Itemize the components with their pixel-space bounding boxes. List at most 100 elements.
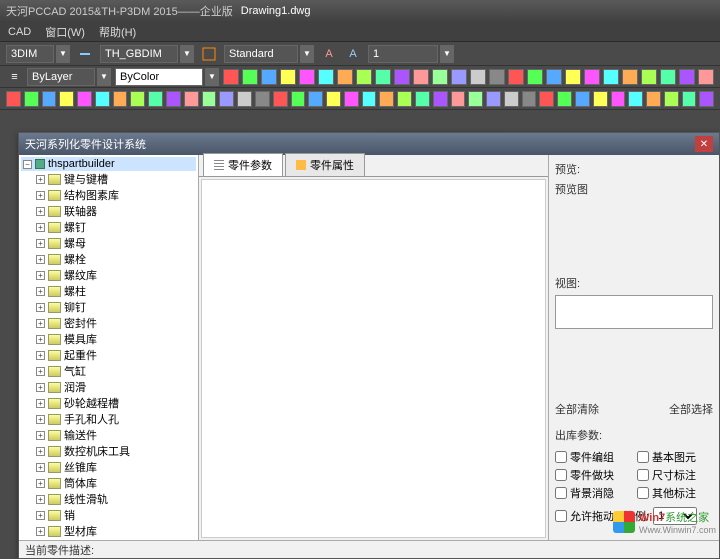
tool-icon[interactable] [291, 91, 306, 107]
tree-item[interactable]: +输送件 [21, 427, 196, 443]
chk-drag[interactable]: 允许拖动 [555, 508, 614, 524]
tab-params[interactable]: 零件参数 [203, 153, 283, 176]
tool-icon[interactable] [575, 91, 590, 107]
find-icon[interactable]: A [344, 45, 362, 63]
tool-icon[interactable] [130, 91, 145, 107]
tree-item[interactable]: +模具库 [21, 331, 196, 347]
chk-prim[interactable]: 基本图元 [637, 449, 713, 465]
combo-color[interactable]: ▼ [115, 68, 219, 86]
tree-item[interactable]: +键与键槽 [21, 171, 196, 187]
expand-icon[interactable]: + [36, 271, 45, 280]
tool-icon[interactable] [394, 69, 410, 85]
tool-icon[interactable] [318, 69, 334, 85]
tree-item[interactable]: +联轴器 [21, 203, 196, 219]
tree-item[interactable]: +销 [21, 507, 196, 523]
tree-item[interactable]: +结构图素库 [21, 187, 196, 203]
chk-dim[interactable]: 尺寸标注 [637, 467, 713, 483]
tool-icon[interactable] [641, 69, 657, 85]
tool-icon[interactable] [308, 91, 323, 107]
tool-icon[interactable] [546, 69, 562, 85]
tool-icon[interactable] [42, 91, 57, 107]
expand-icon[interactable]: + [36, 479, 45, 488]
tool-icon[interactable] [468, 91, 483, 107]
view-box[interactable] [555, 295, 713, 329]
tool-icon[interactable] [603, 69, 619, 85]
tool-icon[interactable] [255, 91, 270, 107]
tool-icon[interactable] [326, 91, 341, 107]
tool-icon[interactable] [356, 69, 372, 85]
chevron-down-icon[interactable]: ▼ [205, 68, 219, 86]
chk-group[interactable]: 零件编组 [555, 449, 631, 465]
expand-icon[interactable]: + [36, 191, 45, 200]
tree-item[interactable]: +螺柱 [21, 283, 196, 299]
combo-layer[interactable]: ▼ [27, 68, 111, 86]
chevron-down-icon[interactable]: ▼ [440, 45, 454, 63]
tool-icon[interactable] [24, 91, 39, 107]
tool-icon[interactable] [362, 91, 377, 107]
tool-icon[interactable] [539, 91, 554, 107]
tool-icon[interactable] [611, 91, 626, 107]
tool-icon[interactable] [280, 69, 296, 85]
tree-item[interactable]: +铆钉 [21, 299, 196, 315]
chk-other[interactable]: 其他标注 [637, 485, 713, 501]
expand-icon[interactable]: + [36, 399, 45, 408]
expand-icon[interactable]: + [36, 255, 45, 264]
tree-item[interactable]: +型材库 [21, 523, 196, 539]
tool-icon[interactable] [337, 69, 353, 85]
clear-all-button[interactable]: 全部清除 [555, 401, 599, 417]
chevron-down-icon[interactable]: ▼ [97, 68, 111, 86]
tree-item[interactable]: +螺纹库 [21, 267, 196, 283]
tool-icon[interactable] [379, 91, 394, 107]
tool-icon[interactable] [682, 91, 697, 107]
tool-icon[interactable] [522, 91, 537, 107]
tool-icon[interactable] [184, 91, 199, 107]
tool-icon[interactable] [237, 91, 252, 107]
expand-icon[interactable]: + [36, 175, 45, 184]
tool-icon[interactable] [504, 91, 519, 107]
tool-icon[interactable] [433, 91, 448, 107]
tool-icon[interactable] [679, 69, 695, 85]
collapse-icon[interactable]: − [23, 160, 32, 169]
tool-icon[interactable] [6, 91, 21, 107]
text-icon[interactable]: A [320, 45, 338, 63]
expand-icon[interactable]: + [36, 303, 45, 312]
tool-icon[interactable] [77, 91, 92, 107]
tool-icon[interactable] [202, 91, 217, 107]
expand-icon[interactable]: + [36, 511, 45, 520]
tool-icon[interactable] [397, 91, 412, 107]
tree-pane[interactable]: − thspartbuilder +键与键槽+结构图素库+联轴器+螺钉+螺母+螺… [19, 155, 199, 540]
combo-scale[interactable]: ▼ [368, 45, 454, 63]
tool-icon[interactable] [344, 91, 359, 107]
tool-icon[interactable] [95, 91, 110, 107]
tool-icon[interactable] [584, 69, 600, 85]
tool-icon[interactable] [413, 69, 429, 85]
dimstyle-icon[interactable] [200, 45, 218, 63]
expand-icon[interactable]: + [36, 223, 45, 232]
tree-item[interactable]: +起重件 [21, 347, 196, 363]
tree-item[interactable]: +密封件 [21, 315, 196, 331]
tree-root[interactable]: − thspartbuilder [21, 157, 196, 171]
tool-icon[interactable] [451, 69, 467, 85]
tool-icon[interactable] [59, 91, 74, 107]
combo-3dim[interactable]: ▼ [6, 45, 70, 63]
tool-icon[interactable] [527, 69, 543, 85]
menu-window[interactable]: 窗口(W) [45, 24, 85, 40]
tree-item[interactable]: +手孔和人孔 [21, 411, 196, 427]
tree-item[interactable]: +液压缸 [21, 539, 196, 540]
expand-icon[interactable]: + [36, 415, 45, 424]
chevron-down-icon[interactable]: ▼ [300, 45, 314, 63]
dim-icon[interactable] [76, 45, 94, 63]
tool-icon[interactable] [113, 91, 128, 107]
close-button[interactable]: ✕ [695, 136, 713, 152]
expand-icon[interactable]: + [36, 463, 45, 472]
chk-block[interactable]: 零件做块 [555, 467, 631, 483]
tree-item[interactable]: +线性滑轨 [21, 491, 196, 507]
select-all-button[interactable]: 全部选择 [669, 401, 713, 417]
tool-icon[interactable] [451, 91, 466, 107]
expand-icon[interactable]: + [36, 351, 45, 360]
combo-standard[interactable]: ▼ [224, 45, 314, 63]
tool-icon[interactable] [415, 91, 430, 107]
tool-icon[interactable] [565, 69, 581, 85]
menu-help[interactable]: 帮助(H) [99, 24, 136, 40]
tool-icon[interactable] [299, 69, 315, 85]
